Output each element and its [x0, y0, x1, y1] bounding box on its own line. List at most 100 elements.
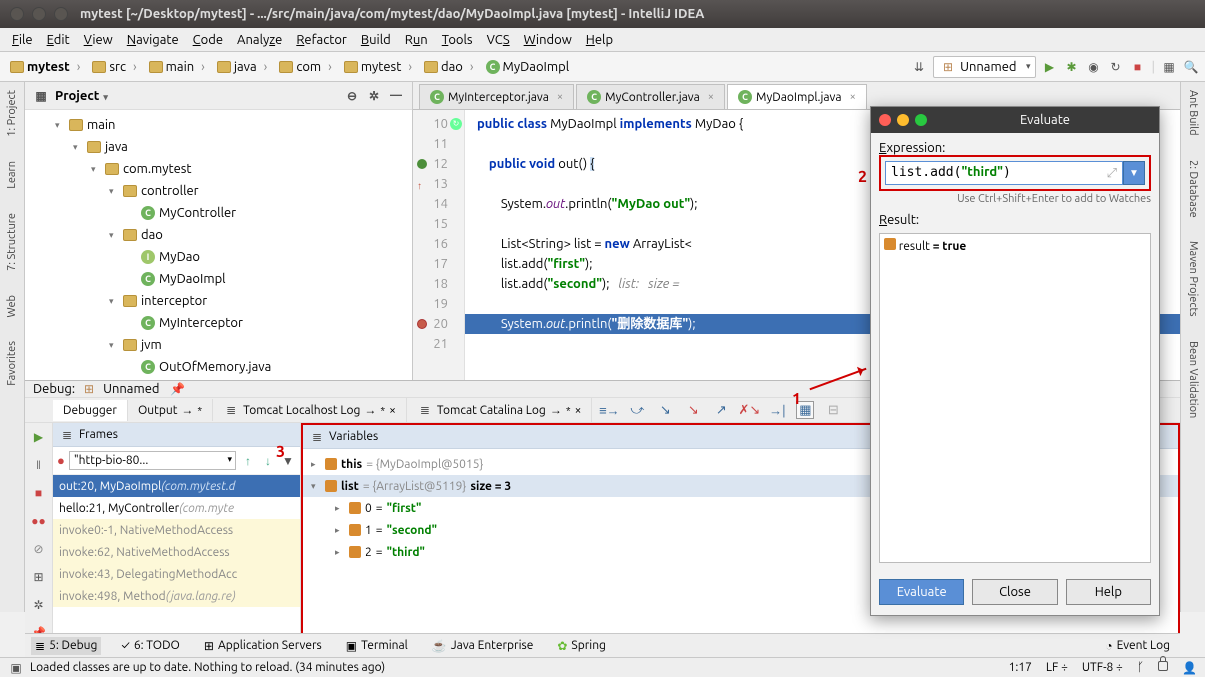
evaluate-expression-dialog[interactable]: Evaluate Expression: list.add("third")⤢ …: [870, 106, 1160, 616]
expression-history-dropdown[interactable]: ▼: [1123, 161, 1145, 185]
tree-item[interactable]: ▾ com.mytest: [25, 158, 412, 180]
breakpoint-icon[interactable]: [417, 159, 427, 169]
menu-view[interactable]: View: [78, 31, 119, 49]
rail-favorites[interactable]: Favorites: [6, 337, 18, 390]
stack-frame[interactable]: out:20, MyDaoImpl (com.mytest.d: [53, 475, 300, 497]
minimize-icon[interactable]: [897, 114, 909, 126]
step-out-icon[interactable]: ↗: [712, 401, 730, 419]
close-icon[interactable]: ×: [850, 91, 856, 103]
run-configuration-dropdown[interactable]: ⊞Unnamed: [933, 56, 1035, 78]
breadcrumb[interactable]: main: [145, 58, 213, 76]
rail-beanval[interactable]: Bean Validation: [1187, 337, 1199, 422]
thread-dropdown[interactable]: "http-bio-80...: [69, 451, 236, 470]
show-exec-point-icon[interactable]: ≡→: [600, 401, 618, 419]
bottom-tab-appservers[interactable]: ⊞ Application Servers: [200, 637, 326, 655]
project-tree[interactable]: ▾ main▾ java▾ com.mytest▾ controllerC My…: [25, 110, 412, 382]
pin-icon[interactable]: 📌: [169, 381, 185, 397]
menu-help[interactable]: Help: [580, 31, 619, 49]
expand-icon[interactable]: ⤢: [1107, 165, 1117, 181]
rail-maven[interactable]: Maven Projects: [1187, 237, 1199, 321]
resume-icon[interactable]: ▶: [31, 429, 47, 445]
profile-button[interactable]: ↻: [1108, 59, 1124, 75]
bottom-tab-debug[interactable]: ≣ 5: Debug: [31, 637, 101, 655]
expression-input[interactable]: list.add("third")⤢: [885, 161, 1123, 185]
menu-file[interactable]: File: [6, 31, 39, 49]
menu-window[interactable]: Window: [518, 31, 578, 49]
menu-build[interactable]: Build: [355, 31, 397, 49]
close-icon[interactable]: ×: [708, 91, 714, 103]
settings-icon[interactable]: ✲: [31, 597, 47, 613]
minimize-window-button[interactable]: [32, 7, 46, 21]
maximize-icon[interactable]: [915, 114, 927, 126]
tree-item[interactable]: C MyController: [25, 202, 412, 224]
layout-icon[interactable]: ⊞: [31, 569, 47, 585]
rail-database[interactable]: 2: Database: [1187, 156, 1199, 222]
view-breakpoints-icon[interactable]: ●●: [31, 513, 47, 529]
stop-button[interactable]: ■: [1130, 59, 1146, 75]
breadcrumb[interactable]: mytest: [6, 58, 88, 76]
maximize-window-button[interactable]: [54, 7, 68, 21]
tree-item[interactable]: ▾ main: [25, 114, 412, 136]
rail-web[interactable]: Web: [6, 291, 18, 322]
drop-frame-icon[interactable]: ✗↘: [740, 401, 758, 419]
hide-icon[interactable]: —: [388, 88, 404, 104]
git-branch-icon[interactable]: ᚴ: [1137, 661, 1144, 675]
mute-breakpoints-icon[interactable]: ⊘: [31, 541, 47, 557]
menu-run[interactable]: Run: [399, 31, 434, 49]
stop-icon[interactable]: ■: [31, 485, 47, 501]
override-icon[interactable]: ↻: [450, 118, 462, 130]
menu-tools[interactable]: Tools: [436, 31, 479, 49]
bottom-tab-terminal[interactable]: ▣ Terminal: [342, 637, 412, 655]
tree-item[interactable]: C MyInterceptor: [25, 312, 412, 334]
tab-mydaoimpl[interactable]: CMyDaoImpl.java×: [727, 84, 867, 109]
encoding[interactable]: UTF-8 ÷: [1082, 661, 1123, 675]
status-icon[interactable]: ▣: [8, 660, 24, 676]
force-step-into-icon[interactable]: ↘: [684, 401, 702, 419]
bottom-tab-todo[interactable]: ✓ 6: TODO: [117, 637, 183, 654]
stack-frame[interactable]: invoke:43, DelegatingMethodAcc: [53, 563, 300, 585]
caret-position[interactable]: 1:17: [1009, 661, 1032, 675]
debugger-tab[interactable]: Debugger: [53, 400, 128, 421]
close-button[interactable]: Close: [972, 579, 1057, 605]
stack-frame[interactable]: invoke:498, Method (java.lang.re): [53, 585, 300, 607]
tab-mycontroller[interactable]: CMyController.java×: [576, 84, 725, 109]
step-into-icon[interactable]: ↘: [656, 401, 674, 419]
breakpoint-hit-icon[interactable]: [417, 319, 427, 329]
pause-icon[interactable]: ‖: [31, 457, 47, 473]
bottom-tab-spring[interactable]: ✿ Spring: [553, 637, 610, 655]
tree-item[interactable]: ▾ java: [25, 136, 412, 158]
run-to-cursor-icon[interactable]: →|: [768, 401, 786, 419]
tree-item[interactable]: ▾ dao: [25, 224, 412, 246]
next-frame-icon[interactable]: ↓: [260, 453, 276, 469]
tree-item[interactable]: ▾ jvm: [25, 334, 412, 356]
menu-refactor[interactable]: Refactor: [290, 31, 353, 49]
tree-item[interactable]: ▾ controller: [25, 180, 412, 202]
tree-item[interactable]: C OutOfMemory.java: [25, 356, 412, 378]
frames-list[interactable]: out:20, MyDaoImpl (com.mytest.dhello:21,…: [53, 475, 300, 641]
event-log[interactable]: ◔ Event Log: [1101, 637, 1174, 655]
gear-icon[interactable]: ✲: [366, 88, 382, 104]
run-button[interactable]: ▶: [1042, 59, 1058, 75]
project-pane-header[interactable]: ▦ Project ⊖ ✲ —: [25, 82, 412, 110]
result-box[interactable]: result = true: [879, 233, 1151, 563]
coverage-button[interactable]: ◉: [1086, 59, 1102, 75]
build-icon[interactable]: ⇊: [911, 59, 927, 75]
menu-navigate[interactable]: Navigate: [121, 31, 185, 49]
menu-vcs[interactable]: VCS: [481, 31, 516, 49]
breadcrumb[interactable]: com: [275, 58, 340, 76]
lock-icon[interactable]: [1158, 661, 1168, 671]
rail-ant[interactable]: Ant Build: [1187, 86, 1199, 140]
breadcrumb[interactable]: java: [213, 58, 276, 76]
bottom-tab-javaee[interactable]: ☕ Java Enterprise: [428, 637, 538, 655]
hector-icon[interactable]: 👤: [1182, 661, 1197, 675]
evaluate-titlebar[interactable]: Evaluate: [871, 107, 1159, 133]
stack-frame[interactable]: invoke0:-1, NativeMethodAccess: [53, 519, 300, 541]
tomcat-catalina-tab[interactable]: ≣Tomcat Catalina Log →* ×: [407, 398, 592, 422]
trace-icon[interactable]: ⊟: [824, 401, 842, 419]
debug-button[interactable]: ✱: [1064, 59, 1080, 75]
search-icon[interactable]: 🔍: [1183, 59, 1199, 75]
collapse-icon[interactable]: ⊖: [344, 88, 360, 104]
step-over-icon[interactable]: ⤻: [628, 401, 646, 419]
breadcrumb[interactable]: src: [88, 58, 144, 76]
tree-item[interactable]: ▾ interceptor: [25, 290, 412, 312]
